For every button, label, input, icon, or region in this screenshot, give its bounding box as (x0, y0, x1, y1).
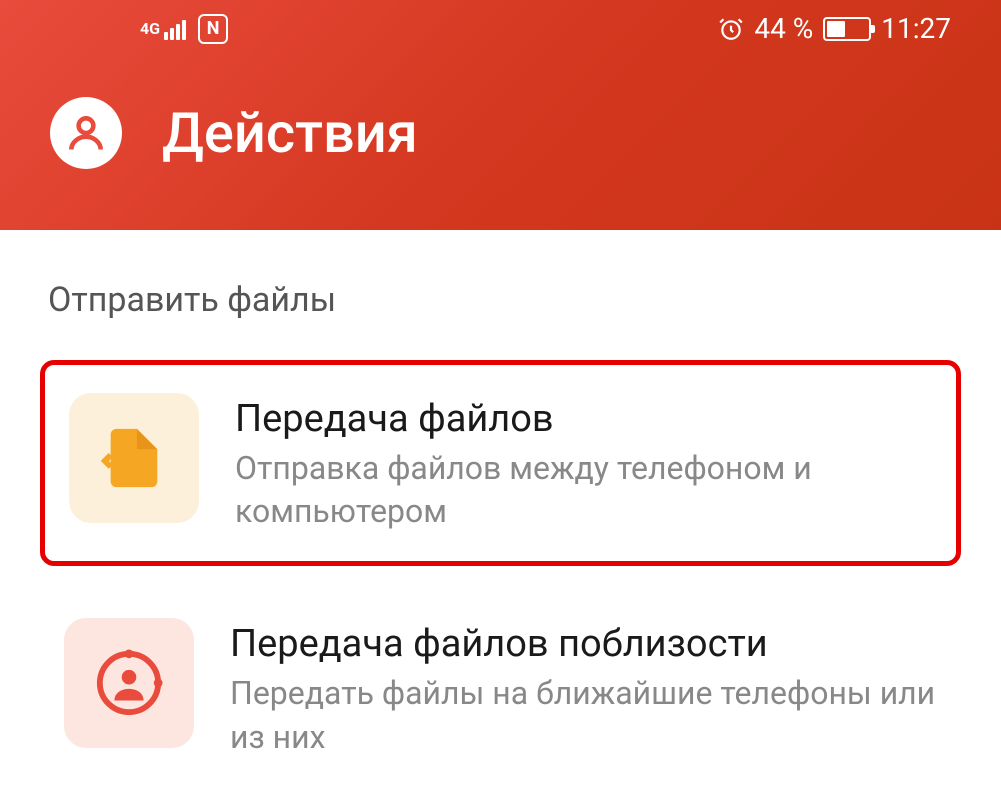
alarm-icon (718, 16, 744, 42)
battery-icon (823, 17, 871, 41)
option-nearby-transfer[interactable]: Передача файлов поблизости Передать файл… (40, 590, 961, 786)
option-desc: Отправка файлов между телефоном и компью… (235, 447, 932, 533)
signal-bars-icon (164, 18, 186, 40)
battery-percent: 44 % (754, 12, 813, 45)
signal-indicator: 4G (140, 18, 186, 40)
option-title: Передача файлов (235, 397, 932, 441)
option-desc: Передать файлы на ближайшие телефоны или… (230, 672, 937, 758)
option-title: Передача файлов поблизости (230, 622, 937, 666)
person-icon (64, 111, 108, 155)
clock-time: 11:27 (881, 12, 951, 45)
profile-button[interactable] (50, 97, 122, 169)
network-type: 4G (140, 21, 160, 37)
option-text: Передача файлов поблизости Передать файл… (230, 618, 937, 758)
content-area: Отправить файлы Передача файлов Отправка… (0, 230, 1001, 787)
file-transfer-icon (69, 393, 199, 523)
page-title: Действия (162, 100, 418, 166)
status-right: 44 % 11:27 (718, 12, 951, 45)
section-title: Отправить файлы (40, 280, 961, 320)
status-bar: 4G N 44 % 11:27 (0, 0, 1001, 57)
app-header: 4G N 44 % 11:27 (0, 0, 1001, 230)
header-main: Действия (0, 57, 1001, 169)
nfc-icon: N (198, 14, 228, 44)
option-file-transfer[interactable]: Передача файлов Отправка файлов между те… (40, 360, 961, 566)
option-text: Передача файлов Отправка файлов между те… (235, 393, 932, 533)
nearby-transfer-icon (64, 618, 194, 748)
status-left: 4G N (140, 14, 228, 44)
